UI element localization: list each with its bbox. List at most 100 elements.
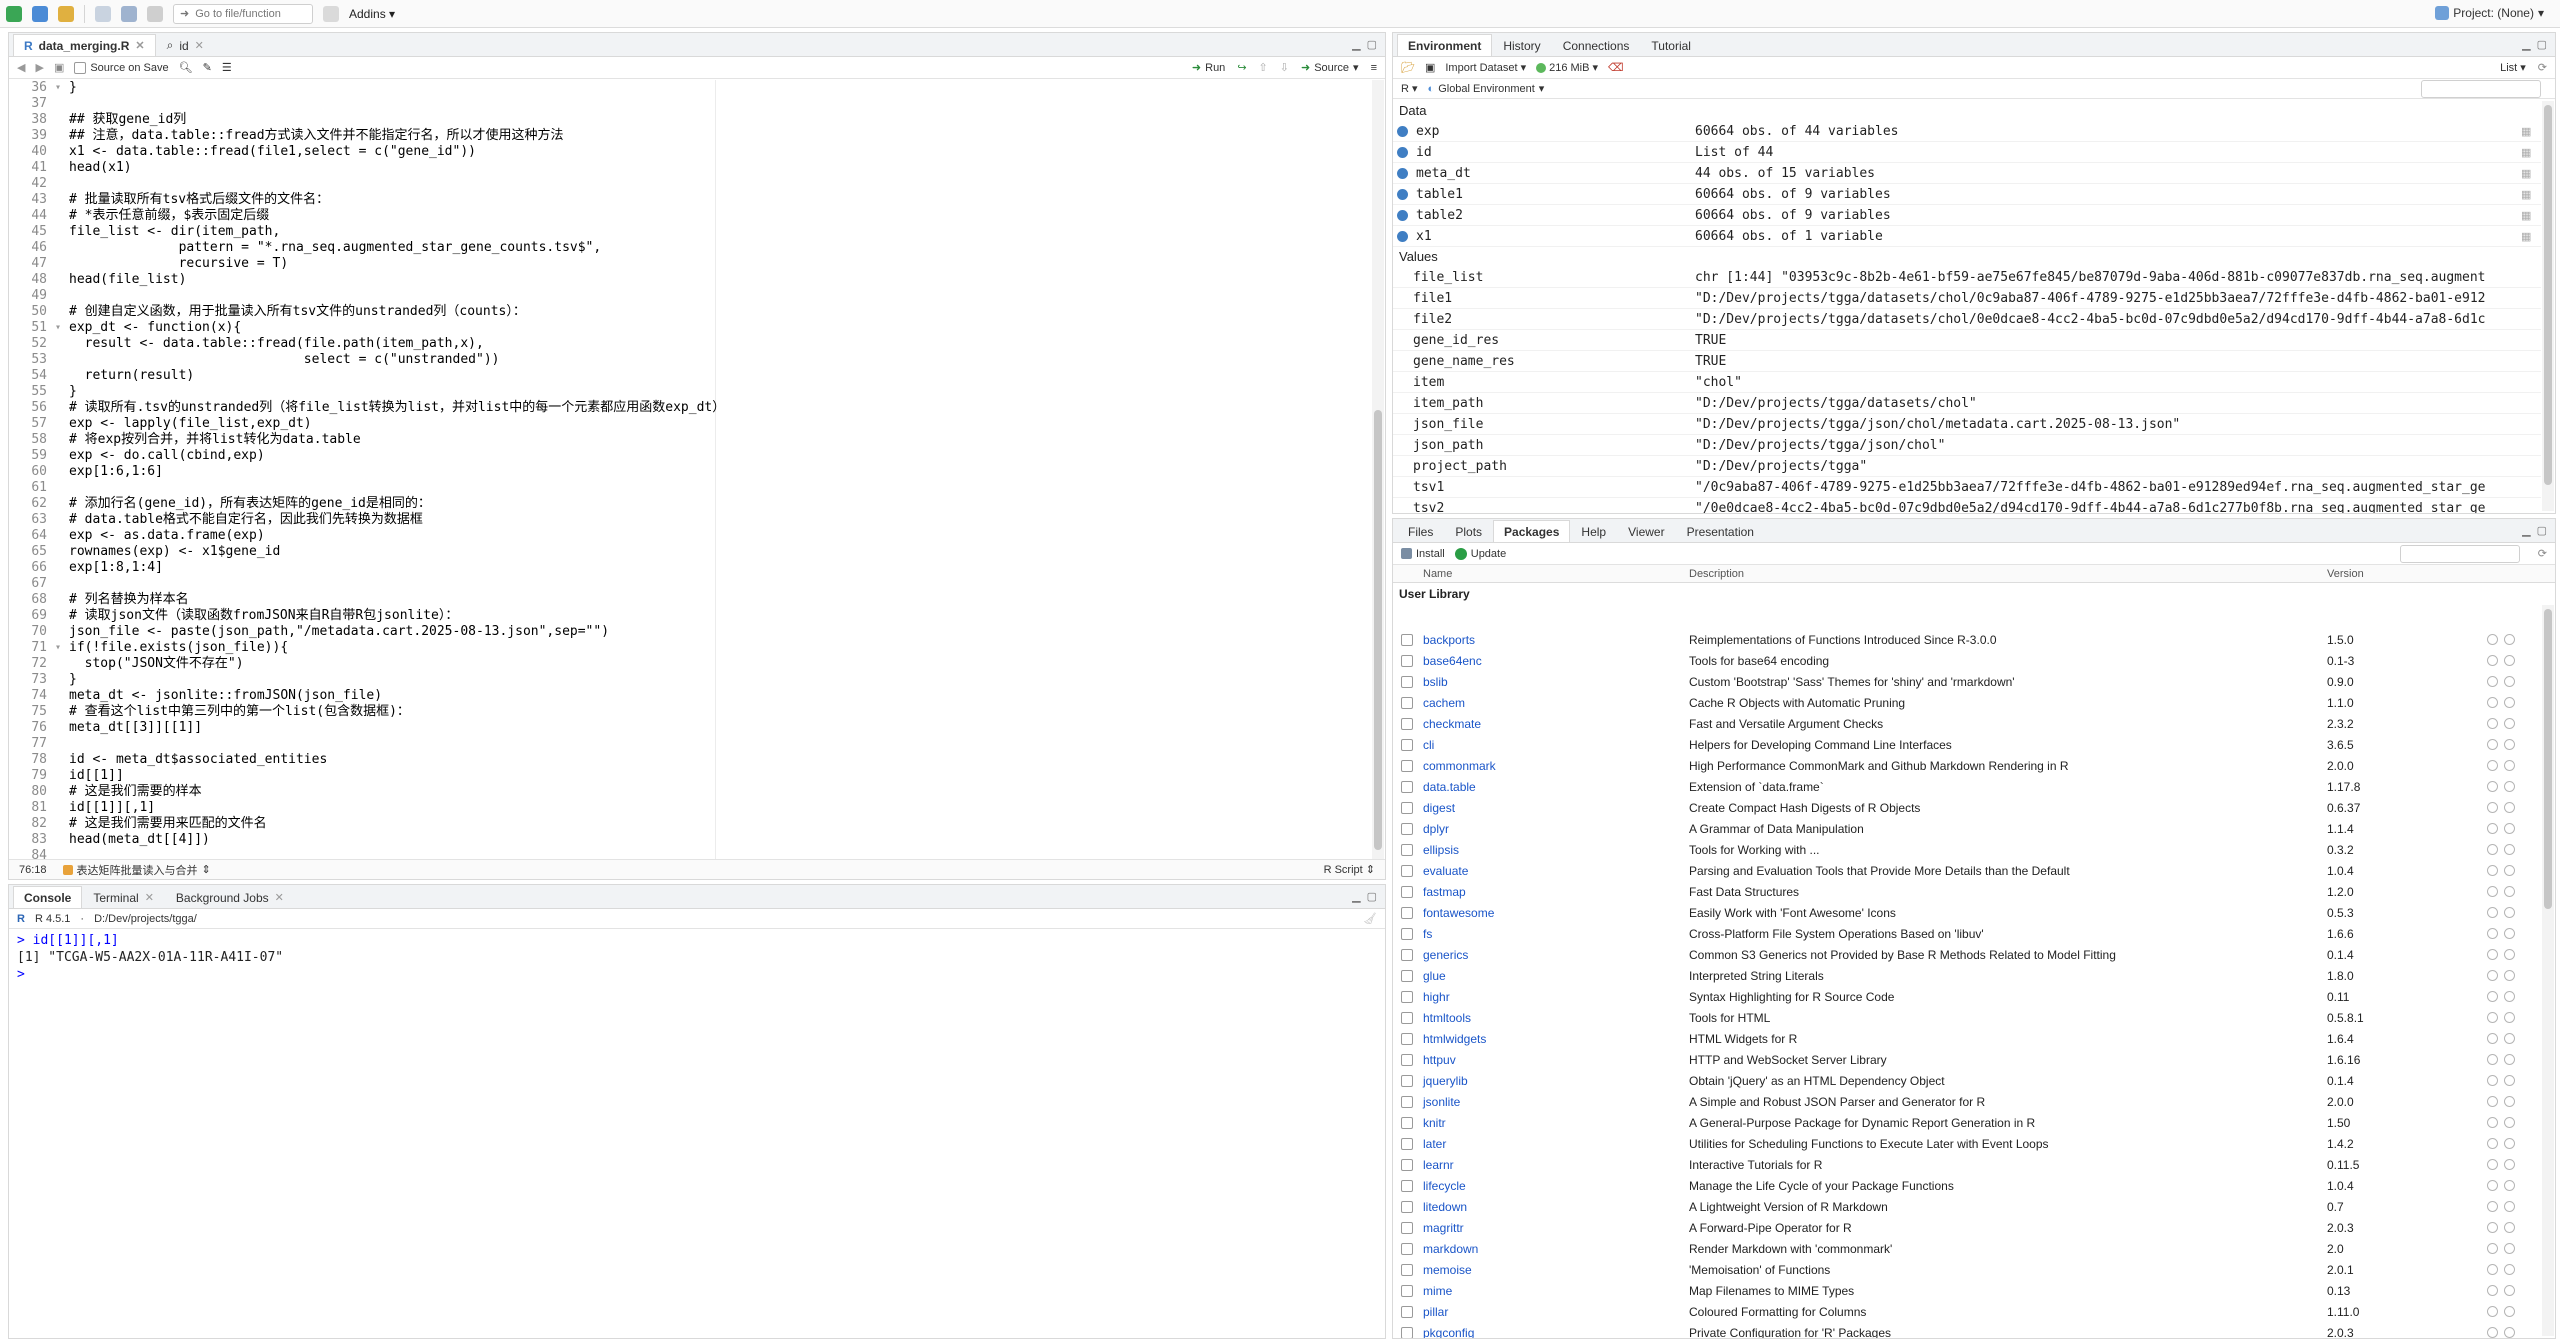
package-name-link[interactable]: base64enc	[1423, 654, 1689, 668]
package-checkbox[interactable]	[1401, 1305, 1413, 1318]
addins-menu[interactable]: Addins ▾	[349, 7, 395, 21]
minimize-icon[interactable]: ▁	[2522, 524, 2530, 537]
help-icon[interactable]	[2487, 781, 2498, 792]
package-name-link[interactable]: litedown	[1423, 1200, 1689, 1214]
code-text[interactable]: id[[1]][,1]	[69, 800, 1371, 816]
package-checkbox[interactable]	[1401, 927, 1413, 940]
remove-icon[interactable]	[2504, 1117, 2515, 1128]
code-text[interactable]	[69, 96, 1371, 112]
package-name-link[interactable]: ellipsis	[1423, 843, 1689, 857]
tab-history[interactable]: History	[1492, 34, 1551, 56]
forward-icon[interactable]: ▶	[35, 61, 43, 74]
help-icon[interactable]	[2487, 1159, 2498, 1170]
tab-help[interactable]: Help	[1570, 520, 1617, 542]
package-checkbox[interactable]	[1401, 738, 1413, 751]
maximize-icon[interactable]: ▢	[1367, 890, 1377, 903]
env-value-row[interactable]: json_file "D:/Dev/projects/tgga/json/chol…	[1393, 414, 2541, 435]
env-data-row[interactable]: table2 60664 obs. of 9 variables ▦	[1393, 205, 2541, 226]
help-icon[interactable]	[2487, 739, 2498, 750]
package-checkbox[interactable]	[1401, 759, 1413, 772]
view-grid-icon[interactable]: ▦	[2521, 188, 2541, 201]
fold-marker[interactable]	[55, 288, 69, 304]
refresh-icon[interactable]: ⟳	[2538, 61, 2547, 74]
minimize-icon[interactable]: ▁	[2522, 38, 2530, 51]
code-text[interactable]: if(!file.exists(json_file)){	[69, 640, 1371, 656]
package-checkbox[interactable]	[1401, 1095, 1413, 1108]
fold-marker[interactable]	[55, 112, 69, 128]
code-text[interactable]: # data.table格式不能自定行名，因此我们先转换为数据框	[69, 512, 1371, 528]
package-checkbox[interactable]	[1401, 1221, 1413, 1234]
remove-icon[interactable]	[2504, 1075, 2515, 1086]
package-checkbox[interactable]	[1401, 822, 1413, 835]
save-icon[interactable]	[95, 5, 111, 22]
grid-layout-icon[interactable]	[323, 5, 339, 22]
wand-icon[interactable]: ✎	[203, 61, 212, 74]
tab-terminal[interactable]: Terminal ✕	[82, 886, 165, 908]
broom-icon[interactable]: ⌫	[1608, 61, 1624, 74]
expand-icon[interactable]	[1397, 146, 1408, 158]
package-name-link[interactable]: httpuv	[1423, 1053, 1689, 1067]
fold-marker[interactable]	[55, 384, 69, 400]
help-icon[interactable]	[2487, 949, 2498, 960]
help-icon[interactable]	[2487, 1117, 2498, 1128]
package-checkbox[interactable]	[1401, 1179, 1413, 1192]
fold-marker[interactable]	[55, 240, 69, 256]
help-icon[interactable]	[2487, 1180, 2498, 1191]
run-button[interactable]: ➜ Run	[1192, 61, 1225, 75]
package-checkbox[interactable]	[1401, 1263, 1413, 1276]
install-button[interactable]: Install	[1401, 548, 1445, 560]
package-name-link[interactable]: pkgconfig	[1423, 1326, 1689, 1339]
package-checkbox[interactable]	[1401, 1200, 1413, 1213]
fold-marker[interactable]	[55, 800, 69, 816]
package-name-link[interactable]: memoise	[1423, 1263, 1689, 1277]
scroll-thumb[interactable]	[2544, 105, 2552, 485]
env-value-row[interactable]: item "chol"	[1393, 372, 2541, 393]
fold-marker[interactable]	[55, 576, 69, 592]
remove-icon[interactable]	[2504, 949, 2515, 960]
package-checkbox[interactable]	[1401, 1032, 1413, 1045]
fold-marker[interactable]	[55, 752, 69, 768]
code-text[interactable]: # 查看这个list中第三列中的第一个list(包含数据框)：	[69, 704, 1371, 720]
minimize-icon[interactable]: ▁	[1352, 38, 1360, 51]
code-text[interactable]: json_file <- paste(json_path,"/metadata.…	[69, 624, 1371, 640]
fold-marker[interactable]	[55, 768, 69, 784]
source-on-save-toggle[interactable]: Source on Save	[74, 61, 169, 74]
remove-icon[interactable]	[2504, 1054, 2515, 1065]
code-text[interactable]: }	[69, 672, 1371, 688]
help-icon[interactable]	[2487, 634, 2498, 645]
tab-background-jobs[interactable]: Background Jobs ✕	[165, 886, 295, 908]
remove-icon[interactable]	[2504, 1180, 2515, 1191]
remove-icon[interactable]	[2504, 1096, 2515, 1107]
maximize-icon[interactable]: ▢	[1367, 38, 1377, 51]
remove-icon[interactable]	[2504, 865, 2515, 876]
console-output[interactable]: > id[[1]][,1] [1] "TCGA-W5-AA2X-01A-11R-A…	[9, 929, 1385, 988]
fold-marker[interactable]	[55, 448, 69, 464]
fold-marker[interactable]	[55, 544, 69, 560]
view-grid-icon[interactable]: ▦	[2521, 125, 2541, 138]
env-value-row[interactable]: gene_id_res TRUE	[1393, 330, 2541, 351]
fold-marker[interactable]	[55, 624, 69, 640]
code-text[interactable]: select = c("unstranded"))	[69, 352, 1371, 368]
fold-marker[interactable]	[55, 592, 69, 608]
package-name-link[interactable]: htmlwidgets	[1423, 1032, 1689, 1046]
code-text[interactable]: head(x1)	[69, 160, 1371, 176]
fold-marker[interactable]	[55, 144, 69, 160]
remove-icon[interactable]	[2504, 1285, 2515, 1296]
package-name-link[interactable]: cachem	[1423, 696, 1689, 710]
env-data-row[interactable]: x1 60664 obs. of 1 variable ▦	[1393, 226, 2541, 247]
fold-marker[interactable]	[55, 416, 69, 432]
help-icon[interactable]	[2487, 991, 2498, 1002]
env-value-row[interactable]: file_list chr [1:44] "03953c9c-8b2b-4e61-…	[1393, 267, 2541, 288]
col-name[interactable]: Name	[1423, 568, 1689, 580]
code-text[interactable]: }	[69, 384, 1371, 400]
package-name-link[interactable]: markdown	[1423, 1242, 1689, 1256]
help-icon[interactable]	[2487, 676, 2498, 687]
print-icon[interactable]	[147, 5, 163, 22]
refresh-icon[interactable]: ⟳	[2538, 547, 2547, 560]
help-icon[interactable]	[2487, 1201, 2498, 1212]
view-grid-icon[interactable]: ▦	[2521, 230, 2541, 243]
package-name-link[interactable]: commonmark	[1423, 759, 1689, 773]
remove-icon[interactable]	[2504, 718, 2515, 729]
code-text[interactable]: pattern = "*.rna_seq.augmented_star_gene…	[69, 240, 1371, 256]
code-text[interactable]: id[[1]]	[69, 768, 1371, 784]
